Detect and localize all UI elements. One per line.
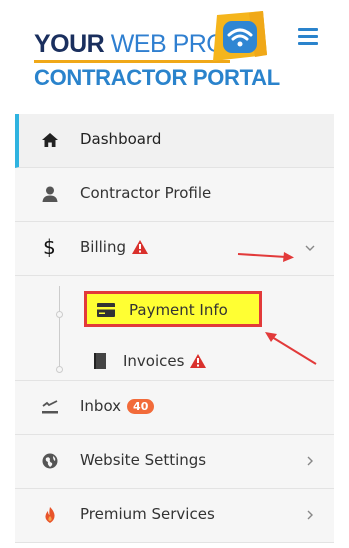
chevron-right-icon[interactable] <box>304 509 316 521</box>
logo-word-your: YOUR <box>34 30 105 58</box>
warning-icon <box>190 354 207 368</box>
sidebar-item-dashboard[interactable]: Dashboard <box>15 114 334 168</box>
logo-underline <box>34 60 230 63</box>
chevron-right-icon[interactable] <box>304 455 316 467</box>
sidebar-item-label: Billing <box>80 238 148 256</box>
tree-dot <box>56 366 63 373</box>
header: YOUR WEB PRO CONTRACTOR PORTAL <box>0 0 349 108</box>
sidebar-item-inbox[interactable]: Inbox 40 <box>15 381 334 435</box>
submenu-item-payment-info[interactable]: Payment Info <box>84 291 262 327</box>
annotation-arrow-chevron <box>237 252 294 262</box>
submenu-item-label: Payment Info <box>129 301 228 319</box>
chevron-down-icon[interactable] <box>304 242 316 254</box>
tree-line <box>59 286 60 371</box>
sidebar-item-label: Premium Services <box>80 505 215 523</box>
wifi-badge-icon <box>213 11 267 61</box>
sidebar-item-premium-services[interactable]: Premium Services <box>15 489 334 543</box>
warning-icon <box>132 240 148 254</box>
annotation-arrow-payment <box>265 332 317 365</box>
tree-dot <box>56 311 63 318</box>
sidebar-item-website-settings[interactable]: Website Settings <box>15 435 334 489</box>
sidebar-item-label: Contractor Profile <box>80 184 212 202</box>
logo-title: YOUR WEB PRO <box>34 30 226 58</box>
billing-label: Billing <box>80 238 126 256</box>
flame-icon <box>45 507 55 523</box>
dollar-icon: $ <box>43 235 56 259</box>
sidebar-item-label: Website Settings <box>80 451 207 469</box>
sidebar-item-label: Inbox 40 <box>80 397 155 415</box>
submenu-item-label: Invoices <box>123 352 207 370</box>
logo-subtitle: CONTRACTOR PORTAL <box>34 65 280 90</box>
inbox-count-badge: 40 <box>127 399 155 414</box>
hamburger-menu-icon[interactable] <box>298 28 318 45</box>
sidebar-item-label: Dashboard <box>80 130 162 148</box>
document-icon <box>94 353 106 369</box>
inbox-label: Inbox <box>80 397 122 415</box>
inbox-icon <box>42 400 58 414</box>
sidebar-item-contractor-profile[interactable]: Contractor Profile <box>15 168 334 222</box>
credit-card-icon <box>97 303 115 317</box>
user-icon <box>42 186 58 202</box>
invoices-label: Invoices <box>123 352 185 370</box>
home-icon <box>42 133 58 147</box>
globe-icon <box>42 453 58 469</box>
